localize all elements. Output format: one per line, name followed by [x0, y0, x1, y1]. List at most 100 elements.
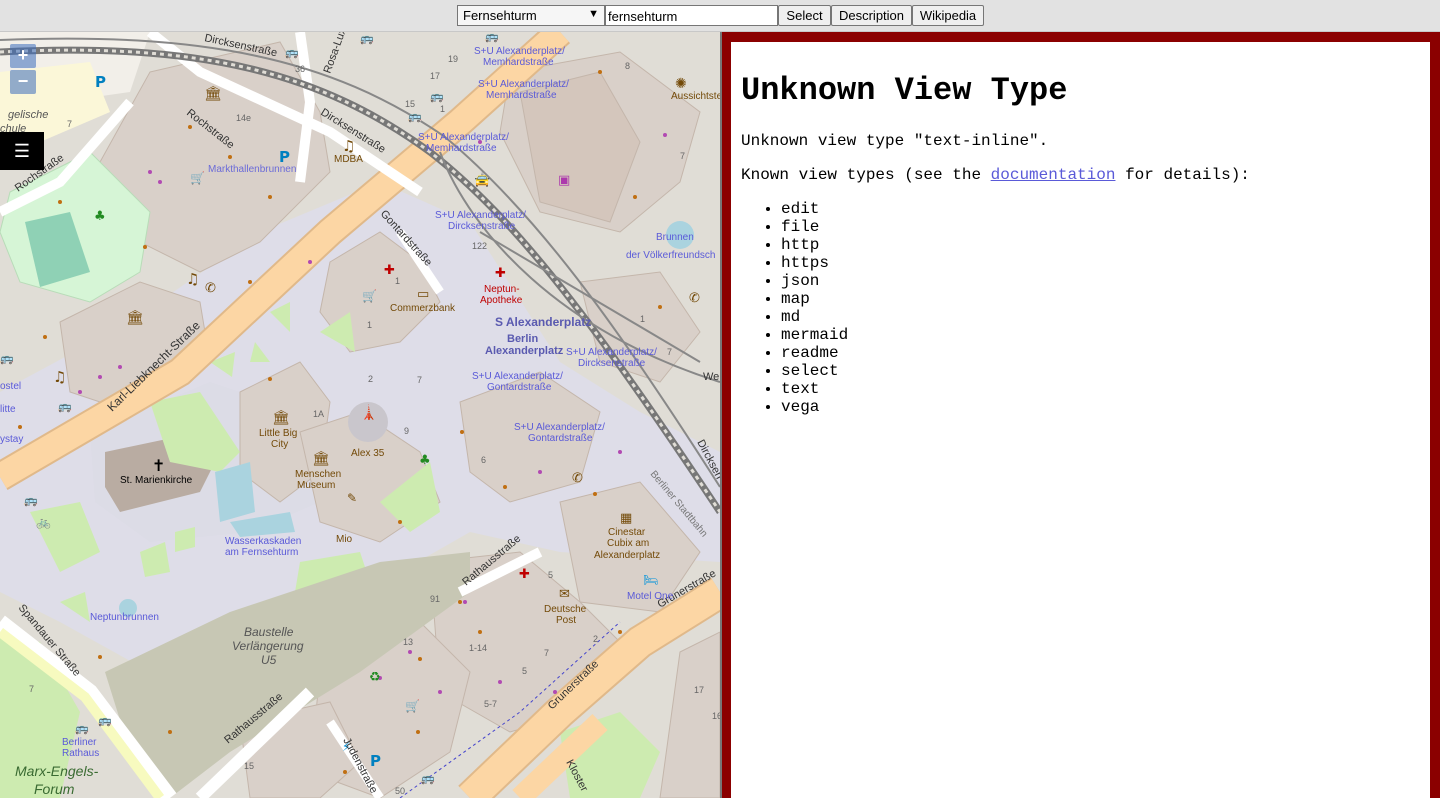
tower-icon: 🗼	[360, 403, 377, 421]
hotel-icon: 🛏	[643, 573, 658, 587]
label-wasserkaskaden: am Fernsehturm	[225, 547, 298, 558]
label-s-alexanderplatz: S Alexanderplatz	[495, 315, 591, 329]
svg-text:9: 9	[404, 426, 409, 436]
svg-text:16: 16	[712, 711, 720, 721]
page-title: Unknown View Type	[741, 72, 1068, 109]
svg-text:1: 1	[395, 276, 400, 286]
label-motel-one: Motel One	[627, 591, 674, 602]
location-select[interactable]: Fernsehturm ▼	[457, 5, 605, 26]
list-item: select	[781, 362, 848, 380]
label-evangelische: gelische	[8, 109, 48, 121]
label-berlin-alexanderplatz: Berlin	[507, 333, 538, 345]
bank-icon: ▭	[417, 287, 429, 302]
cinema-icon: ▦	[620, 511, 632, 526]
svg-text:7: 7	[680, 151, 685, 161]
svg-text:🚌: 🚌	[485, 32, 499, 43]
wikipedia-button[interactable]: Wikipedia	[912, 5, 984, 26]
svg-text:6: 6	[481, 455, 486, 465]
svg-text:36: 36	[295, 64, 305, 74]
search-input[interactable]: fernsehturm	[605, 5, 778, 26]
label-neptun-apotheke: Neptun-	[484, 284, 520, 295]
label-stop: S+U Alexanderplatz/	[514, 422, 605, 433]
water	[215, 462, 255, 522]
label-cinestar: Alexanderplatz	[594, 550, 660, 561]
label-aussicht: Aussichtsterrass	[671, 91, 720, 102]
label-stop: Dircksenstraße	[448, 221, 516, 232]
svg-text:7: 7	[667, 347, 672, 357]
label-deutsche-post: Deutsche	[544, 604, 587, 615]
museum-icon: 🏛	[312, 450, 330, 467]
label-hostel: ostel	[0, 381, 21, 392]
list-item: md	[781, 308, 848, 326]
zoom-in-button[interactable]: +	[10, 44, 36, 68]
known-suffix: for details):	[1115, 166, 1250, 184]
svg-text:🚌: 🚌	[360, 32, 374, 45]
svg-text:5: 5	[548, 570, 553, 580]
bicycle-icon: 🚲	[36, 515, 51, 529]
label-deutsche-post: Post	[556, 615, 576, 626]
documentation-link[interactable]: documentation	[991, 166, 1116, 184]
svg-text:122: 122	[472, 241, 487, 251]
svg-text:1A: 1A	[313, 409, 324, 419]
view-types-list: edit file http https json map md mermaid…	[741, 200, 848, 416]
list-item: vega	[781, 398, 848, 416]
svg-text:🚌: 🚌	[24, 494, 38, 507]
label-stop: S+U Alexanderplatz/	[566, 347, 657, 358]
list-item: map	[781, 290, 848, 308]
shop-icon: 🛒	[362, 289, 377, 303]
known-types-intro: Known view types (see the documentation …	[741, 166, 1250, 184]
description-button[interactable]: Description	[831, 5, 912, 26]
pharmacy-icon: ✚	[519, 567, 530, 582]
label-stop: Memhardstraße	[486, 90, 557, 101]
svg-text:7: 7	[544, 648, 549, 658]
svg-text:7: 7	[67, 119, 72, 129]
label-stop: S+U Alexanderplatz/	[472, 371, 563, 382]
label-berlin-alexanderplatz: Alexanderplatz	[485, 345, 564, 357]
svg-text:2: 2	[368, 374, 373, 384]
location-select-value: Fernsehturm	[463, 8, 537, 23]
label-menschen-museum: Museum	[297, 480, 335, 491]
toolbar: Fernsehturm ▼ fernsehturm Select Descrip…	[0, 0, 1440, 32]
label-stop: Dircksenstraße	[578, 358, 646, 369]
label-marx-engels: Forum	[34, 781, 75, 797]
select-button[interactable]: Select	[778, 5, 831, 26]
telephone-icon: ✆	[689, 291, 700, 306]
svg-text:1: 1	[640, 314, 645, 324]
svg-text:5-7: 5-7	[484, 699, 497, 709]
map-view[interactable]: P P P 🏛 🏛 🏛 🏛 ♫ ♫ ♫ ✝ ♣ ♣ ✚ ✚ ✚ ✺ ▦ ✉ ▭ …	[0, 32, 720, 798]
parking-icon: P	[95, 73, 106, 91]
museum-icon: 🏛	[272, 409, 290, 426]
music-icon: ♫	[53, 368, 66, 386]
list-item: https	[781, 254, 848, 272]
label-brunnen: Brunnen	[656, 232, 694, 243]
label-stop: Memhardstraße	[483, 57, 554, 68]
label-menschen-museum: Menschen	[295, 469, 341, 480]
known-prefix: Known view types (see the	[741, 166, 991, 184]
playground-icon: ♣	[94, 209, 106, 224]
svg-text:14e: 14e	[236, 113, 251, 123]
label-stop: S+U Alexanderplatz/	[474, 46, 565, 57]
label-berliner-rathaus: Berliner	[62, 737, 97, 748]
svg-text:7: 7	[29, 684, 34, 694]
label-hostel: ystay	[0, 434, 23, 445]
label-stop: S+U Alexanderplatz/	[418, 132, 509, 143]
label-baustelle: Verlängerung	[232, 639, 304, 653]
menu-button[interactable]: ☰	[0, 132, 44, 170]
map-canvas[interactable]: P P P 🏛 🏛 🏛 🏛 ♫ ♫ ♫ ✝ ♣ ♣ ✚ ✚ ✚ ✺ ▦ ✉ ▭ …	[0, 32, 720, 798]
svg-text:🚌: 🚌	[408, 110, 422, 123]
music-icon: ♫	[342, 137, 355, 155]
label-stop: S+U Alexanderplatz/	[435, 210, 526, 221]
svg-text:1: 1	[367, 320, 372, 330]
telephone-icon: ✆	[205, 281, 216, 296]
label-markthallen: Markthallenbrunnen	[208, 164, 296, 175]
zoom-out-button[interactable]: −	[10, 70, 36, 94]
svg-text:🚌: 🚌	[421, 772, 435, 785]
svg-text:19: 19	[448, 54, 458, 64]
label-little-big-city: Little Big	[259, 428, 297, 439]
church-icon: ✝	[152, 456, 165, 475]
svg-text:🚌: 🚌	[75, 722, 89, 735]
playground-icon: ♣	[419, 453, 431, 468]
svg-text:1: 1	[440, 104, 445, 114]
svg-text:15: 15	[244, 761, 254, 771]
list-item: http	[781, 236, 848, 254]
